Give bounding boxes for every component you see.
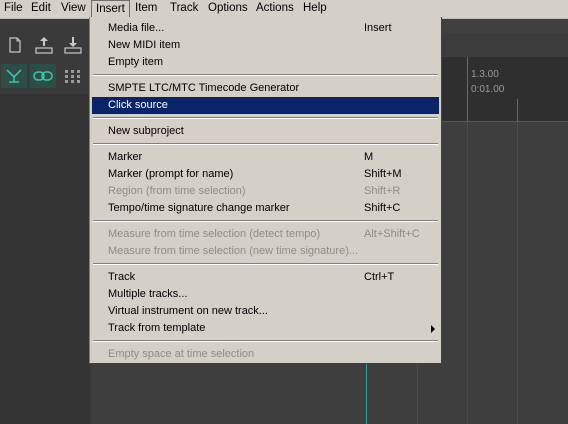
menu-item-empty-item[interactable]: Empty item xyxy=(92,54,439,71)
menu-item-region-from-selection[interactable]: Region (from time selection) Shift+R xyxy=(92,183,439,200)
menu-item-virtual-instrument[interactable]: Virtual instrument on new track... xyxy=(92,303,439,320)
menu-help[interactable]: Help xyxy=(299,0,331,18)
menu-item-marker-prompt[interactable]: Marker (prompt for name) Shift+M xyxy=(92,166,439,183)
menu-item-multiple-tracks[interactable]: Multiple tracks... xyxy=(92,286,439,303)
menu-separator xyxy=(93,143,438,145)
menu-item-track[interactable]: Track Ctrl+T xyxy=(92,269,439,286)
track-lanes[interactable] xyxy=(441,122,568,424)
arrange-view-lower[interactable] xyxy=(90,364,441,424)
menu-item-empty-space[interactable]: Empty space at time selection xyxy=(92,346,439,363)
submenu-arrow-icon xyxy=(431,325,435,333)
arrange-top-strip xyxy=(441,19,568,33)
menu-item-track-from-template[interactable]: Track from template xyxy=(92,320,439,337)
menu-item-marker[interactable]: Marker M xyxy=(92,149,439,166)
menu-edit[interactable]: Edit xyxy=(27,0,55,18)
grid-line xyxy=(517,122,518,424)
ruler-tick xyxy=(467,57,468,121)
upload-icon[interactable] xyxy=(31,33,57,57)
main-toolbar xyxy=(0,19,90,94)
menu-item-new-midi-item[interactable]: New MIDI item xyxy=(92,37,439,54)
menu-view[interactable]: View xyxy=(57,0,90,18)
arrange-view[interactable]: 1.3.00 0:01.00 xyxy=(441,19,568,424)
menu-item-measure-detect-tempo[interactable]: Measure from time selection (detect temp… xyxy=(92,226,439,243)
menu-separator xyxy=(93,74,438,76)
grid-line xyxy=(417,364,418,424)
new-file-icon[interactable] xyxy=(2,33,28,57)
menu-insert[interactable]: Insert xyxy=(91,0,130,18)
track-control-panel[interactable] xyxy=(0,94,90,424)
menu-item[interactable]: Item xyxy=(131,0,161,18)
menu-item-tempo-marker[interactable]: Tempo/time signature change marker Shift+… xyxy=(92,200,439,217)
menu-actions[interactable]: Actions xyxy=(252,0,298,18)
menu-item-measure-new-time-signature[interactable]: Measure from time selection (new time si… xyxy=(92,243,439,260)
menu-options[interactable]: Options xyxy=(204,0,252,18)
edit-cursor-line xyxy=(366,364,367,424)
insert-menu-dropdown: Media file... Insert New MIDI item Empty … xyxy=(89,17,442,364)
grid-icon[interactable] xyxy=(60,64,86,88)
menu-separator xyxy=(93,340,438,342)
menu-item-smpte-timecode-generator[interactable]: SMPTE LTC/MTC Timecode Generator xyxy=(92,80,439,97)
menu-item-media-file[interactable]: Media file... Insert xyxy=(92,20,439,37)
menu-separator xyxy=(93,263,438,265)
ruler-time-label: 0:01.00 xyxy=(471,84,505,95)
ruler-tick xyxy=(517,99,518,121)
timeline-ruler[interactable]: 1.3.00 0:01.00 xyxy=(441,57,568,122)
menu-file[interactable]: File xyxy=(0,0,27,18)
link-icon[interactable] xyxy=(30,64,56,88)
download-icon[interactable] xyxy=(60,33,86,57)
menu-item-new-subproject[interactable]: New subproject xyxy=(92,123,439,140)
menu-item-click-source[interactable]: Click source xyxy=(92,97,439,114)
menu-separator xyxy=(93,220,438,222)
ruler-measure-label: 1.3.00 xyxy=(471,69,499,80)
menu-separator xyxy=(93,117,438,119)
trim-icon[interactable] xyxy=(1,64,27,88)
grid-line xyxy=(467,122,468,424)
menu-track[interactable]: Track xyxy=(166,0,202,18)
